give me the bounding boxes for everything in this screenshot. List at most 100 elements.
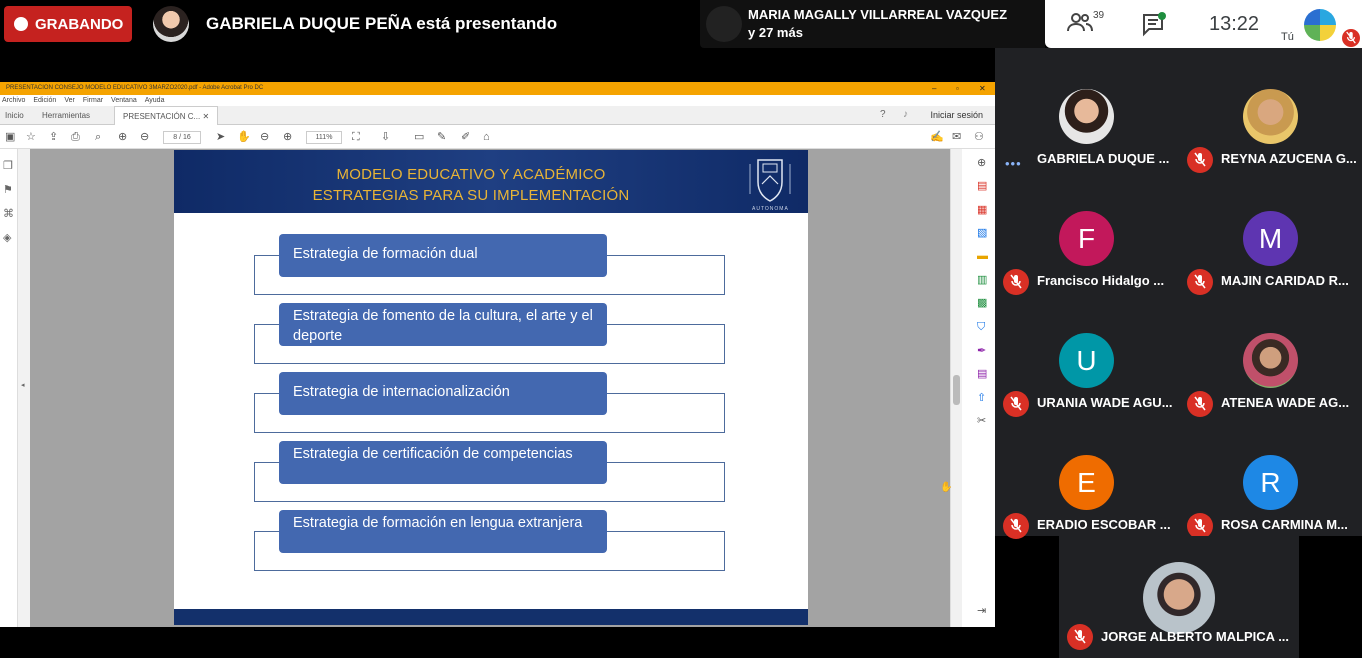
- participant-tile[interactable]: REYNA AZUCENA G...: [1179, 56, 1362, 178]
- menu-firmar[interactable]: Firmar: [83, 95, 103, 106]
- menu-archivo[interactable]: Archivo: [2, 95, 25, 106]
- pdf-slide: MODELO EDUCATIVO Y ACADÉMICO ESTRATEGIAS…: [174, 150, 808, 625]
- zoom-tool-icon[interactable]: ⊕: [977, 157, 986, 169]
- vertical-scrollbar[interactable]: [950, 149, 962, 627]
- maximize-button[interactable]: ▫: [956, 82, 959, 95]
- participant-tile[interactable]: R ROSA CARMINA M...: [1179, 422, 1362, 544]
- clock: 13:22: [1209, 13, 1260, 35]
- collapse-arrow-icon: ◂: [21, 382, 25, 389]
- chat-button[interactable]: [1141, 11, 1167, 37]
- acrobat-left-rail: ❐ ⚑ ⌘ ◈: [0, 149, 18, 627]
- others-name: MARIA MAGALLY VILLARREAL VAZQUEZ: [748, 7, 1008, 22]
- tab-inicio[interactable]: Inicio: [5, 106, 24, 125]
- participant-avatar: F: [1059, 211, 1114, 266]
- upload-icon[interactable]: ⇪: [49, 131, 58, 143]
- participant-tile[interactable]: ATENEA WADE AG...: [1179, 300, 1362, 422]
- presenter-status: GABRIELA DUQUE PEÑA está presentando: [206, 14, 558, 33]
- zoom-out-icon[interactable]: ⊖: [260, 131, 269, 143]
- participant-name: URANIA WADE AGU...: [1037, 395, 1173, 410]
- speaking-dots-icon: •••: [1005, 156, 1022, 171]
- select-cursor-icon[interactable]: ➤: [216, 131, 225, 143]
- muted-mic-icon: [1067, 624, 1093, 650]
- menu-edicion[interactable]: Edición: [33, 95, 56, 106]
- comment-tool-icon[interactable]: ▬: [977, 250, 988, 262]
- scrollbar-thumb[interactable]: [953, 375, 960, 405]
- tab-herramientas[interactable]: Herramientas: [42, 106, 90, 125]
- share-file-icon[interactable]: ⇧: [977, 392, 986, 404]
- bookmarks-icon[interactable]: ⚑: [3, 183, 13, 196]
- print-icon[interactable]: ⎙: [71, 131, 80, 143]
- menu-ver[interactable]: Ver: [64, 95, 75, 106]
- page-down-icon[interactable]: ⊖: [140, 131, 149, 143]
- sign-icon[interactable]: ✍: [930, 131, 944, 143]
- participant-avatar: [1243, 333, 1298, 388]
- close-window-button[interactable]: ✕: [979, 82, 986, 95]
- page-indicator[interactable]: 8 / 16: [163, 131, 201, 144]
- highlight-pen-icon[interactable]: ✎: [437, 131, 446, 143]
- self-avatar[interactable]: [1304, 9, 1336, 41]
- search-icon[interactable]: ⌕: [95, 131, 101, 143]
- others-count: y 27 más: [748, 25, 803, 40]
- send-for-signature-icon[interactable]: ▤: [977, 368, 987, 380]
- organize-pages-icon[interactable]: ▩: [977, 297, 987, 309]
- acrobat-menu-bar: Archivo Edición Ver Firmar Ventana Ayuda: [0, 95, 995, 106]
- hand-tool-icon[interactable]: ✋: [237, 131, 251, 143]
- collapse-pane-icon[interactable]: ⇥: [977, 605, 986, 617]
- pages-icon[interactable]: ❐: [3, 159, 13, 172]
- help-icon[interactable]: ?: [880, 109, 886, 120]
- comment-icon[interactable]: ▭: [414, 131, 424, 143]
- participant-name: ROSA CARMINA M...: [1221, 517, 1348, 532]
- email-icon[interactable]: ✉: [952, 131, 961, 143]
- slide-footer: [174, 609, 808, 625]
- signin-link[interactable]: Iniciar sesión: [930, 106, 983, 125]
- other-participants-summary[interactable]: MARIA MAGALLY VILLARREAL VAZQUEZ y 27 má…: [700, 0, 1045, 48]
- layers-icon[interactable]: ◈: [3, 231, 11, 244]
- participant-tile[interactable]: F Francisco Hidalgo ...: [995, 178, 1179, 300]
- combine-files-icon[interactable]: ▥: [977, 274, 987, 286]
- share-user-icon[interactable]: ⚇: [974, 131, 984, 143]
- save-icon[interactable]: ▣: [5, 131, 15, 143]
- recording-badge[interactable]: GRABANDO: [4, 6, 132, 42]
- attachments-icon[interactable]: ⌘: [3, 207, 14, 220]
- menu-ventana[interactable]: Ventana: [111, 95, 137, 106]
- minimize-button[interactable]: –: [932, 82, 936, 95]
- people-icon: [1067, 13, 1093, 32]
- more-tools-icon[interactable]: ✂: [977, 415, 986, 427]
- marquee-zoom-icon[interactable]: ⛶: [352, 131, 360, 143]
- left-panel-toggle[interactable]: ◂: [18, 149, 30, 627]
- bell-icon[interactable]: ♪: [903, 109, 908, 120]
- scroll-mode-icon[interactable]: ⇩: [381, 131, 390, 143]
- recording-label: GRABANDO: [35, 15, 124, 33]
- strategy-box: Estrategia de certificación de competenc…: [279, 441, 607, 484]
- participant-name: ERADIO ESCOBAR ...: [1037, 517, 1171, 532]
- participant-name: ATENEA WADE AG...: [1221, 395, 1350, 410]
- acrobat-title: PRESENTACION CONSEJO MODELO EDUCATIVO 3M…: [6, 85, 264, 91]
- create-pdf-icon[interactable]: ▤: [977, 180, 987, 192]
- acrobat-toolbar: ▣ ☆ ⇪ ⎙ ⌕ ⊕ ⊖ 8 / 16 ➤ ✋ ⊖ ⊕ 111% ⛶ ⇩ ▭ …: [0, 125, 995, 149]
- close-tab-icon[interactable]: ✕: [202, 112, 209, 121]
- slide-title-line1: MODELO EDUCATIVO Y ACADÉMICO: [336, 166, 606, 183]
- presenter-avatar: [153, 6, 189, 42]
- protect-icon[interactable]: ⛉: [977, 321, 985, 333]
- participant-avatar: [1243, 89, 1298, 144]
- export-pdf-icon[interactable]: ▧: [977, 227, 987, 239]
- participant-avatar: E: [1059, 455, 1114, 510]
- bookmark-star-icon[interactable]: ☆: [26, 131, 36, 143]
- participants-grid: ••• GABRIELA DUQUE ... REYNA AZUCENA G..…: [995, 48, 1362, 539]
- tab-document[interactable]: PRESENTACIÓN C... ✕: [114, 106, 219, 125]
- stamp-icon[interactable]: ⌂: [483, 131, 490, 143]
- draw-icon[interactable]: ✐: [461, 131, 470, 143]
- fill-sign-icon[interactable]: ✒: [977, 345, 986, 357]
- participant-tile[interactable]: U URANIA WADE AGU...: [995, 300, 1179, 422]
- menu-ayuda[interactable]: Ayuda: [145, 95, 165, 106]
- participant-tile[interactable]: ••• GABRIELA DUQUE ...: [995, 56, 1179, 178]
- zoom-select[interactable]: 111%: [306, 131, 342, 144]
- zoom-in-icon[interactable]: ⊕: [283, 131, 292, 143]
- participant-tile-featured[interactable]: JORGE ALBERTO MALPICA ...: [1059, 536, 1299, 658]
- muted-mic-icon: [1187, 269, 1213, 295]
- participant-tile[interactable]: E ERADIO ESCOBAR ...: [995, 422, 1179, 544]
- participant-tile[interactable]: M MAJIN CARIDAD R...: [1179, 178, 1362, 300]
- people-button[interactable]: 39: [1067, 10, 1107, 37]
- edit-pdf-icon[interactable]: ▦: [977, 204, 987, 216]
- page-up-icon[interactable]: ⊕: [118, 131, 127, 143]
